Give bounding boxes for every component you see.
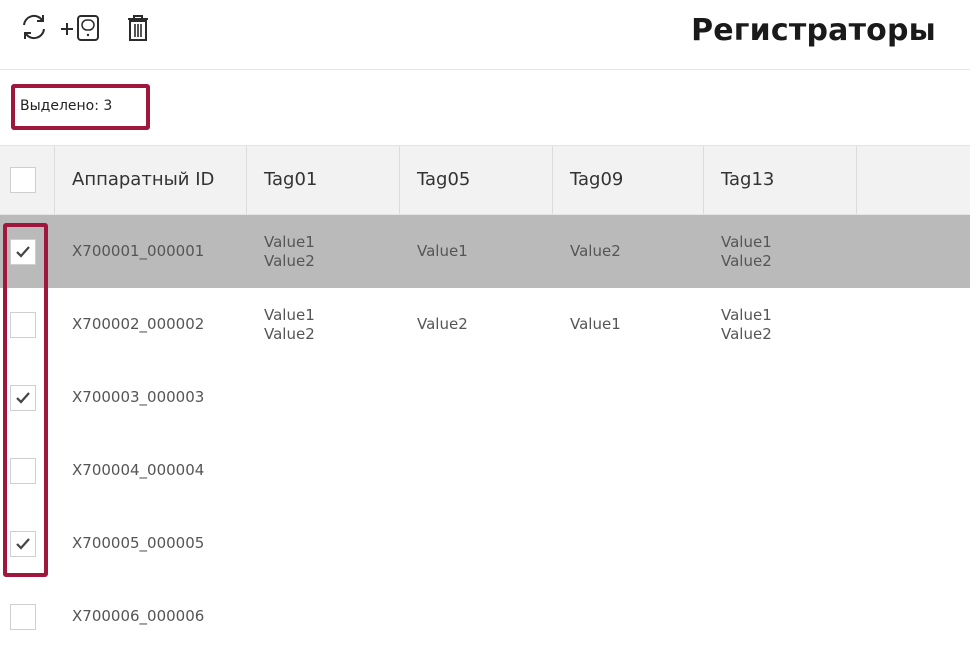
tag05-cell: Value1 <box>400 215 553 288</box>
tag13-cell <box>704 361 857 434</box>
row-select-cell <box>0 434 55 507</box>
column-header-tag09[interactable]: Tag09 <box>553 146 704 214</box>
tag01-cell: Value1 Value2 <box>247 215 400 288</box>
toolbar: Регистраторы <box>0 0 970 70</box>
tag-value: Value1 <box>570 315 621 333</box>
tag-value: Value1 <box>721 232 772 251</box>
hardware-id-value: X700001_000001 <box>72 242 205 260</box>
hardware-id-value: X700004_000004 <box>72 461 205 479</box>
tag05-cell <box>400 361 553 434</box>
column-header-empty <box>857 146 970 214</box>
devices-table: Аппаратный ID Tag01 Tag05 Tag09 Tag13 X7… <box>0 145 970 653</box>
hardware-id-cell: X700003_000003 <box>55 361 247 434</box>
tag05-cell: Value2 <box>400 288 553 361</box>
tag-value: Value2 <box>570 242 621 260</box>
hardware-id-value: X700003_000003 <box>72 388 205 406</box>
empty-cell <box>857 361 970 434</box>
tag-value: Value2 <box>264 251 315 270</box>
hardware-id-cell: X700004_000004 <box>55 434 247 507</box>
row-select-cell <box>0 215 55 288</box>
row-select-cell <box>0 288 55 361</box>
empty-cell <box>857 215 970 288</box>
table-body: X700001_000001 Value1 Value2 Value1 Value2 Va… <box>0 215 970 653</box>
row-checkbox[interactable] <box>10 457 36 484</box>
table-row[interactable]: X700006_000006 <box>0 580 970 653</box>
hardware-id-value: X700005_000005 <box>72 534 205 552</box>
table-row[interactable]: X700004_000004 <box>0 434 970 507</box>
tag13-cell: Value1 Value2 <box>704 215 857 288</box>
tag05-cell <box>400 580 553 653</box>
column-header-tag01[interactable]: Tag01 <box>247 146 400 214</box>
select-all-checkbox[interactable] <box>10 167 36 193</box>
selected-count: Выделено: 3 <box>20 98 113 114</box>
tag-value: Value1 <box>721 305 772 324</box>
tag13-cell <box>704 580 857 653</box>
row-checkbox[interactable] <box>10 311 36 338</box>
tag01-cell <box>247 361 400 434</box>
empty-cell <box>857 434 970 507</box>
tag09-cell <box>553 507 704 580</box>
tag09-cell <box>553 580 704 653</box>
header-select-cell <box>0 146 55 214</box>
tag05-cell <box>400 507 553 580</box>
tag-value: Value2 <box>417 315 468 333</box>
tag09-cell: Value2 <box>553 215 704 288</box>
row-checkbox[interactable] <box>10 603 36 630</box>
empty-cell <box>857 507 970 580</box>
row-checkbox[interactable] <box>10 238 36 265</box>
page-title: Регистраторы <box>691 13 936 48</box>
table-row[interactable]: X700003_000003 <box>0 361 970 434</box>
column-header-tag05[interactable]: Tag05 <box>400 146 553 214</box>
row-select-cell <box>0 361 55 434</box>
row-select-cell <box>0 580 55 653</box>
empty-cell <box>857 288 970 361</box>
hardware-id-cell: X700001_000001 <box>55 215 247 288</box>
trash-icon[interactable] <box>125 13 151 43</box>
row-select-cell <box>0 507 55 580</box>
tag-value: Value2 <box>264 324 315 343</box>
toolbar-divider <box>0 69 970 70</box>
empty-cell <box>857 580 970 653</box>
tag09-cell: Value1 <box>553 288 704 361</box>
column-header-tag13[interactable]: Tag13 <box>704 146 857 214</box>
tag-value: Value1 <box>264 232 315 251</box>
hardware-id-cell: X700002_000002 <box>55 288 247 361</box>
tag09-cell <box>553 434 704 507</box>
row-checkbox[interactable] <box>10 384 36 411</box>
refresh-icon[interactable] <box>20 13 48 41</box>
add-device-icon[interactable] <box>58 13 108 43</box>
row-checkbox[interactable] <box>10 530 36 557</box>
tag05-cell <box>400 434 553 507</box>
hardware-id-cell: X700006_000006 <box>55 580 247 653</box>
table-header: Аппаратный ID Tag01 Tag05 Tag09 Tag13 <box>0 145 970 215</box>
hardware-id-value: X700006_000006 <box>72 607 205 625</box>
tag09-cell <box>553 361 704 434</box>
tag13-cell: Value1 Value2 <box>704 288 857 361</box>
tag13-cell <box>704 434 857 507</box>
tag-value: Value2 <box>721 324 772 343</box>
table-row[interactable]: X700005_000005 <box>0 507 970 580</box>
tag-value: Value1 <box>264 305 315 324</box>
tag-value: Value1 <box>417 242 468 260</box>
hardware-id-value: X700002_000002 <box>72 315 205 333</box>
tag01-cell: Value1 Value2 <box>247 288 400 361</box>
table-row[interactable]: X700002_000002 Value1 Value2 Value2 Value1 Va… <box>0 288 970 361</box>
hardware-id-cell: X700005_000005 <box>55 507 247 580</box>
tag01-cell <box>247 580 400 653</box>
tag01-cell <box>247 434 400 507</box>
tag-value: Value2 <box>721 251 772 270</box>
tag13-cell <box>704 507 857 580</box>
table-row[interactable]: X700001_000001 Value1 Value2 Value1 Value2 Va… <box>0 215 970 288</box>
column-header-hardware-id[interactable]: Аппаратный ID <box>55 146 247 214</box>
tag01-cell <box>247 507 400 580</box>
